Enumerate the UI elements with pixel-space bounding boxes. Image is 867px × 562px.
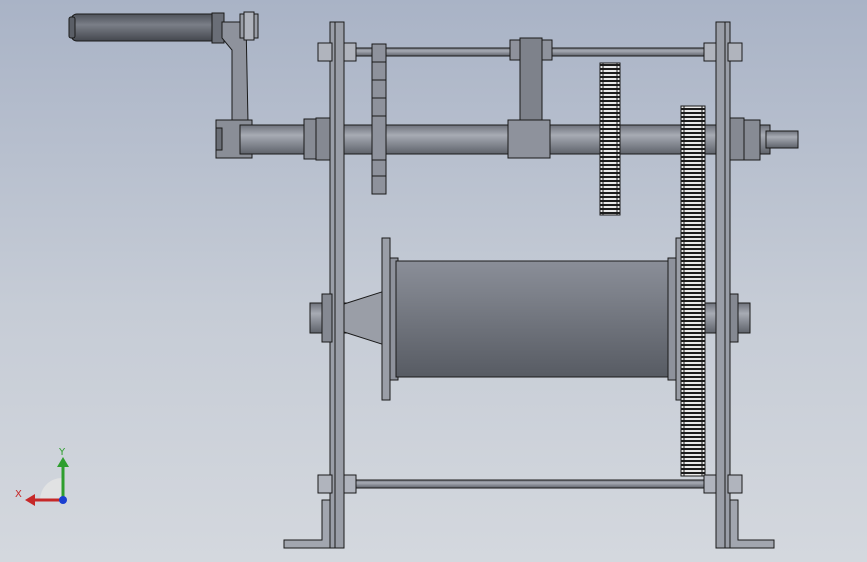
winch-assembly <box>68 11 799 549</box>
crank-arm[interactable] <box>221 11 259 123</box>
axis-triad: Y X <box>15 447 69 506</box>
right-bearing-input <box>729 117 745 161</box>
left-bearing-drum <box>321 293 333 343</box>
pawl-arm[interactable] <box>507 37 553 159</box>
y-axis-label: Y <box>58 447 66 458</box>
left-frame-plate <box>283 21 345 549</box>
ratchet-wheel[interactable] <box>371 43 387 195</box>
z-axis-dot <box>59 496 67 504</box>
cad-viewport[interactable]: Y X <box>0 0 867 562</box>
y-axis-arrowhead <box>57 457 69 467</box>
bottom-tie-rod <box>321 479 743 489</box>
right-bearing-drum <box>729 293 739 343</box>
x-axis-label: X <box>15 489 22 500</box>
pinion-gear[interactable] <box>599 62 621 216</box>
input-shaft[interactable] <box>215 118 799 161</box>
x-axis-arrowhead <box>25 494 35 506</box>
crank-handle[interactable] <box>68 12 225 44</box>
right-frame-plate <box>715 21 775 549</box>
left-bearing-input <box>315 117 331 161</box>
triad-base-shadow <box>40 478 62 500</box>
cable-drum[interactable] <box>343 237 683 401</box>
large-spur-gear[interactable] <box>680 105 706 477</box>
